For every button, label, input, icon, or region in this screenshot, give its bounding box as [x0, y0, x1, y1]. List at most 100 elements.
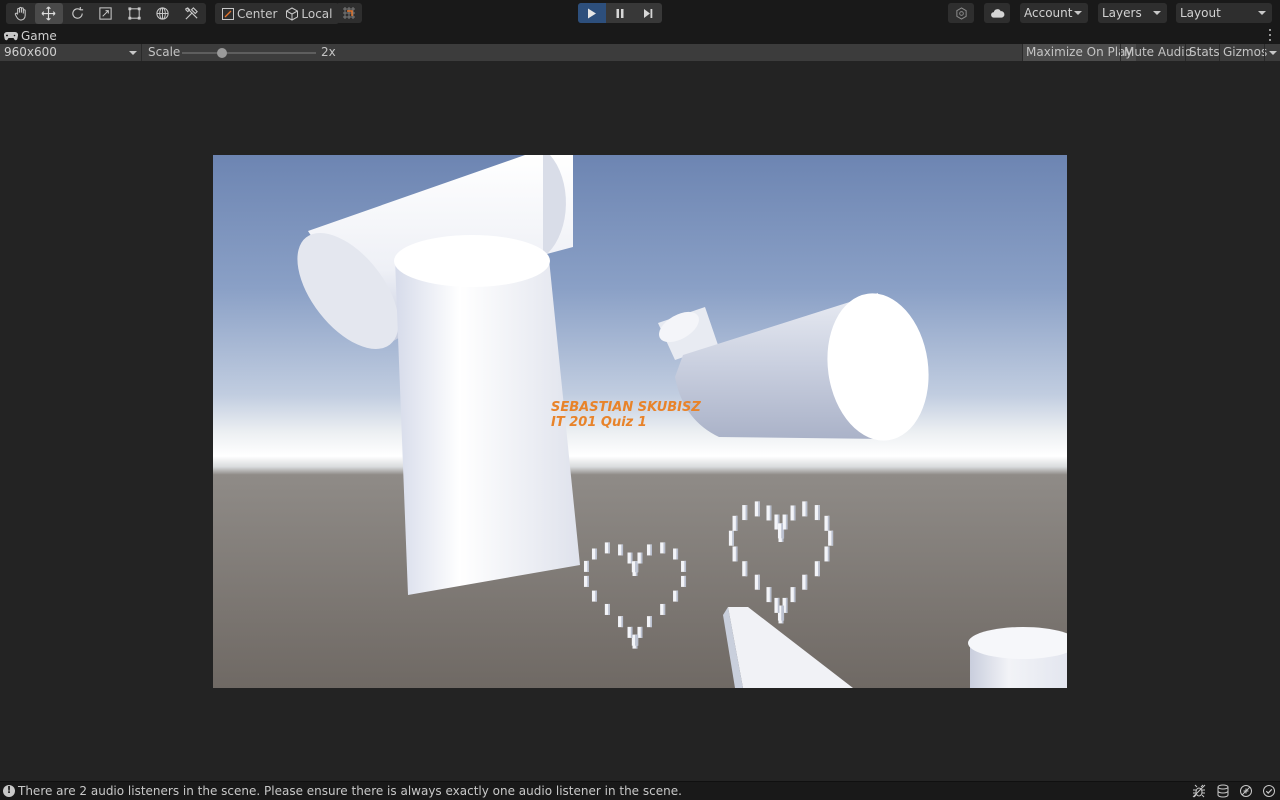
- gizmos-dropdown[interactable]: [1266, 44, 1280, 61]
- heart-cylinder: [673, 590, 679, 602]
- chevron-down-icon: [1269, 51, 1277, 55]
- transform-icon: [156, 7, 169, 20]
- layers-label: Layers: [1102, 6, 1142, 20]
- heart-cylinder: [728, 530, 734, 546]
- layers-dropdown[interactable]: Layers: [1098, 3, 1167, 23]
- step-button[interactable]: [634, 3, 662, 23]
- custom-tools-icon: [185, 7, 198, 20]
- scale-tool-button[interactable]: [92, 3, 121, 24]
- pivot-position-label: Center: [237, 6, 278, 21]
- heart-cylinder: [631, 634, 637, 646]
- game-view[interactable]: SEBASTIAN SKUBISZ IT 201 Quiz 1: [0, 62, 1280, 781]
- cloud-button[interactable]: [984, 3, 1010, 23]
- rotate-icon: [72, 6, 83, 19]
- chevron-down-icon: [1074, 11, 1082, 15]
- heart-cylinder: [790, 587, 796, 603]
- bug-icon[interactable]: [1192, 784, 1206, 798]
- scale-slider-thumb[interactable]: [217, 48, 228, 58]
- window-tab-bar: Game: [0, 27, 1280, 44]
- layout-dropdown[interactable]: Layout: [1176, 3, 1272, 23]
- status-bar[interactable]: ! There are 2 audio listeners in the sce…: [0, 781, 1280, 800]
- pivot-group: Center Local: [215, 3, 339, 24]
- heart-cylinder: [618, 616, 624, 628]
- play-icon: [588, 8, 596, 18]
- heart-cylinder: [637, 626, 643, 638]
- play-button[interactable]: [578, 3, 606, 23]
- stats-toggle[interactable]: Stats: [1186, 44, 1223, 61]
- heart-cylinder: [774, 597, 780, 613]
- heart-cylinder: [591, 548, 597, 560]
- heart-cylinder: [766, 587, 772, 603]
- resolution-label: 960x600: [4, 45, 57, 59]
- grid-snap-icon: [343, 7, 355, 19]
- heart-cylinder: [824, 515, 830, 531]
- account-label: Account: [1024, 6, 1073, 20]
- account-dropdown[interactable]: Account: [1020, 3, 1088, 23]
- hand-icon: [14, 6, 26, 21]
- heart-cylinder: [814, 561, 820, 577]
- main-toolbar: Center Local Account Layers Layout: [0, 0, 1280, 27]
- pivot-position-button[interactable]: Center: [217, 3, 281, 24]
- grid-snap-button[interactable]: [336, 3, 362, 23]
- scale-slider[interactable]: [182, 48, 316, 58]
- maximize-on-play-toggle[interactable]: Maximize On Play: [1023, 44, 1136, 61]
- chevron-down-icon: [1153, 11, 1161, 15]
- heart-cylinder: [660, 542, 666, 554]
- heart-cylinder: [627, 552, 633, 564]
- game-render-viewport[interactable]: SEBASTIAN SKUBISZ IT 201 Quiz 1: [213, 155, 1067, 688]
- pivot-rotation-button[interactable]: Local: [281, 3, 336, 24]
- check-circle-icon[interactable]: [1262, 784, 1276, 798]
- resolution-dropdown[interactable]: 960x600: [0, 44, 142, 61]
- heart-cylinder: [646, 616, 652, 628]
- heart-cylinder: [802, 574, 808, 590]
- heart-cylinder: [802, 501, 808, 517]
- heart-cylinder: [681, 575, 687, 587]
- tool-buttons: [6, 3, 206, 24]
- cloud-icon: [990, 8, 1004, 18]
- tab-game[interactable]: Game: [4, 27, 57, 44]
- services-button[interactable]: [948, 3, 974, 23]
- transform-tool-button[interactable]: [149, 3, 178, 24]
- heart-cylinder: [754, 501, 760, 517]
- scale-label: Scale: [148, 45, 181, 59]
- scale-icon: [99, 7, 112, 20]
- heart-cylinder: [627, 626, 633, 638]
- heart-cylinder: [604, 542, 610, 554]
- heart-cylinder: [754, 574, 760, 590]
- player-label: SEBASTIAN SKUBISZ IT 201 Quiz 1: [551, 400, 701, 430]
- console-status-message[interactable]: There are 2 audio listeners in the scene…: [18, 782, 682, 800]
- hand-tool-button[interactable]: [6, 3, 35, 24]
- heart-cylinder: [637, 552, 643, 564]
- more-options-icon[interactable]: [1268, 28, 1272, 42]
- local-cube-icon: [286, 6, 299, 21]
- heart-cylinder: [766, 505, 772, 521]
- heart-cylinder: [790, 505, 796, 521]
- pause-button[interactable]: [606, 3, 634, 23]
- heart-cylinder: [631, 561, 637, 573]
- database-icon[interactable]: [1216, 784, 1230, 798]
- heart-cylinder: [660, 603, 666, 615]
- heart-cylinder: [732, 546, 738, 562]
- layout-label: Layout: [1180, 6, 1221, 20]
- custom-tool-button[interactable]: [177, 3, 206, 24]
- scale-value: 2x: [321, 45, 336, 59]
- rotate-tool-button[interactable]: [63, 3, 92, 24]
- heart-cylinder: [673, 548, 679, 560]
- heart-cylinder: [814, 505, 820, 521]
- game-view-toolbar: 960x600 Scale 2x Maximize On Play Mute A…: [0, 44, 1280, 62]
- pause-icon: [616, 8, 624, 18]
- heart-cylinder: [681, 560, 687, 572]
- step-icon: [644, 8, 653, 18]
- playmode-controls: [578, 3, 662, 23]
- chevron-down-icon: [129, 51, 137, 55]
- heart-cylinder: [646, 544, 652, 556]
- gizmos-toggle[interactable]: Gizmos: [1220, 44, 1270, 61]
- rect-tool-button[interactable]: [120, 3, 149, 24]
- network-icon[interactable]: [1239, 784, 1253, 798]
- gamepad-icon: [4, 31, 18, 40]
- move-tool-button[interactable]: [34, 3, 63, 24]
- mute-audio-toggle[interactable]: Mute Audio: [1121, 44, 1195, 61]
- tab-game-label: Game: [21, 28, 57, 43]
- heart-cylinder: [583, 575, 589, 587]
- heart-cylinder: [618, 544, 624, 556]
